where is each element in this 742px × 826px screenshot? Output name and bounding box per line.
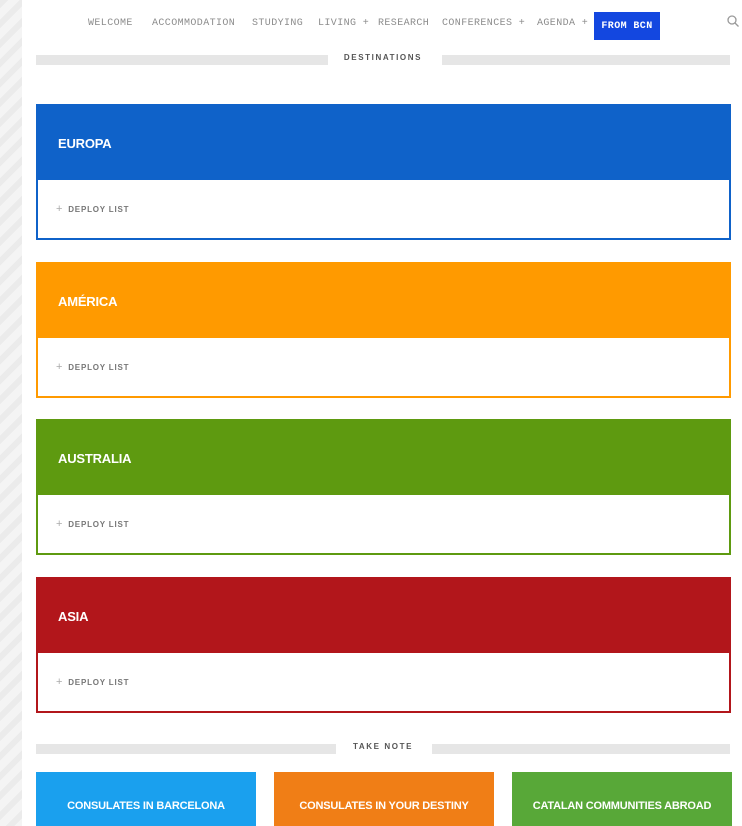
deploy-list-label: DEPLOY LIST <box>68 362 130 372</box>
nav-item-conferences[interactable]: CONFERENCES + <box>442 18 525 29</box>
region-card-australia: AUSTRALIA + DEPLOY LIST <box>36 419 731 555</box>
deploy-list-button[interactable]: + DEPLOY LIST <box>56 203 129 215</box>
nav-item-agenda[interactable]: AGENDA + <box>537 18 588 29</box>
search-icon[interactable] <box>726 14 740 28</box>
deploy-list-label: DEPLOY LIST <box>68 519 130 529</box>
tile-label: CATALAN COMMUNITIES ABROAD <box>532 800 712 812</box>
tile-catalan-communities[interactable]: CATALAN COMMUNITIES ABROAD <box>512 772 732 826</box>
nav-item-from-bcn[interactable]: FROM BCN <box>594 12 660 40</box>
plus-icon: + <box>56 203 64 215</box>
tile-consulates-destiny[interactable]: CONSULATES IN YOUR DESTINY <box>274 772 494 826</box>
deploy-list-button[interactable]: + DEPLOY LIST <box>56 518 129 530</box>
destinations-header: DESTINATIONS <box>36 52 730 66</box>
region-card-europa: EUROPA + DEPLOY LIST <box>36 104 731 240</box>
nav-item-accommodation[interactable]: ACCOMMODATION <box>152 18 235 29</box>
nav-item-studying[interactable]: STUDYING <box>252 18 303 29</box>
region-header[interactable]: EUROPA <box>38 106 729 180</box>
region-card-america: AMÉRICA + DEPLOY LIST <box>36 262 731 398</box>
tile-consulates-barcelona[interactable]: CONSULATES IN BARCELONA <box>36 772 256 826</box>
deploy-list-button[interactable]: + DEPLOY LIST <box>56 676 129 688</box>
plus-icon: + <box>56 518 64 530</box>
page: WELCOME ACCOMMODATION STUDYING LIVING + … <box>22 0 742 826</box>
region-body: + DEPLOY LIST <box>38 338 729 396</box>
tile-label: CONSULATES IN BARCELONA <box>67 800 225 812</box>
section-title: DESTINATIONS <box>343 53 423 62</box>
take-note-header: TAKE NOTE <box>36 741 730 755</box>
region-title: EUROPA <box>58 135 112 151</box>
section-title: TAKE NOTE <box>352 742 414 751</box>
region-body: + DEPLOY LIST <box>38 180 729 238</box>
region-card-asia: ASIA + DEPLOY LIST <box>36 577 731 713</box>
region-title: AMÉRICA <box>58 293 118 309</box>
region-body: + DEPLOY LIST <box>38 653 729 711</box>
region-title: ASIA <box>58 608 89 624</box>
background-pattern <box>0 0 22 826</box>
deploy-list-label: DEPLOY LIST <box>68 677 130 687</box>
deploy-list-button[interactable]: + DEPLOY LIST <box>56 361 129 373</box>
nav-item-living[interactable]: LIVING + <box>318 18 369 29</box>
plus-icon: + <box>56 361 64 373</box>
region-body: + DEPLOY LIST <box>38 495 729 553</box>
region-header[interactable]: ASIA <box>38 579 729 653</box>
region-header[interactable]: AUSTRALIA <box>38 421 729 495</box>
tile-label: CONSULATES IN YOUR DESTINY <box>299 800 469 812</box>
nav-item-welcome[interactable]: WELCOME <box>88 18 133 29</box>
top-navigation: WELCOME ACCOMMODATION STUDYING LIVING + … <box>22 0 742 44</box>
nav-item-research[interactable]: RESEARCH <box>378 18 429 29</box>
region-title: AUSTRALIA <box>58 450 132 466</box>
region-header[interactable]: AMÉRICA <box>38 264 729 338</box>
deploy-list-label: DEPLOY LIST <box>68 204 130 214</box>
plus-icon: + <box>56 676 64 688</box>
